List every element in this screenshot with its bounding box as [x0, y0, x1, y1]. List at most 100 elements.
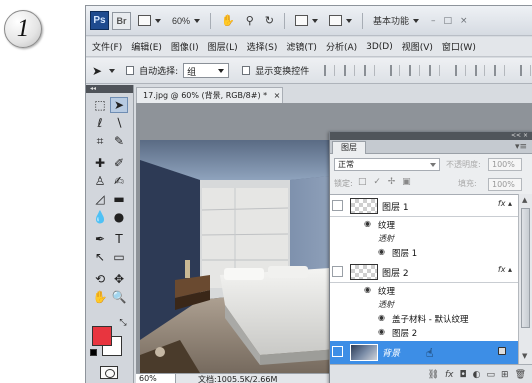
- effect-sub-row[interactable]: ◉ 图层 2: [330, 325, 518, 339]
- panel-menu-icon[interactable]: ▾≡: [515, 142, 527, 152]
- eraser-tool-icon[interactable]: ◿: [91, 191, 109, 207]
- eye-icon[interactable]: ◉: [378, 313, 385, 322]
- lock-icon[interactable]: [498, 347, 506, 355]
- align-left-icon[interactable]: [389, 65, 401, 76]
- layer-row[interactable]: 图层 2 fx ▴: [330, 261, 518, 283]
- auto-select-checkbox[interactable]: [126, 66, 135, 75]
- fx-icon[interactable]: fx: [445, 370, 454, 380]
- path-select-tool-icon[interactable]: ↖: [91, 249, 109, 265]
- distribute-middle-icon[interactable]: [474, 65, 486, 76]
- distribute-left-icon[interactable]: [520, 65, 532, 76]
- move-tool-preset-icon[interactable]: ➤: [92, 64, 102, 78]
- menu-file[interactable]: 文件(F): [92, 40, 122, 53]
- new-layer-icon[interactable]: ⊞: [501, 370, 509, 380]
- visibility-toggle[interactable]: [332, 200, 343, 211]
- default-colors-icon[interactable]: [90, 349, 97, 356]
- lock-options-icon[interactable]: □ ✓ ✢ ▣: [358, 177, 413, 187]
- swap-colors-icon[interactable]: ⤡: [114, 315, 132, 331]
- eye-icon[interactable]: ◉: [364, 285, 371, 294]
- zoom-tool-button[interactable]: ⚲: [242, 11, 258, 31]
- trash-icon[interactable]: 🗑: [515, 370, 526, 380]
- menu-window[interactable]: 窗口(W): [442, 40, 476, 53]
- align-center-icon[interactable]: [409, 65, 421, 76]
- quick-mask-icon[interactable]: [100, 366, 118, 379]
- zoom-tool-icon[interactable]: 🔍: [110, 289, 128, 305]
- menu-3d[interactable]: 3D(D): [366, 42, 393, 52]
- distribute-bottom-icon[interactable]: [494, 65, 506, 76]
- move-tool-icon[interactable]: ➤: [110, 97, 128, 113]
- menu-edit[interactable]: 编辑(E): [131, 40, 162, 53]
- blend-mode-dropdown[interactable]: 正常: [334, 158, 440, 171]
- document-tab-close-icon[interactable]: ×: [274, 91, 281, 100]
- menu-layer[interactable]: 图层(L): [208, 40, 238, 53]
- minimize-button[interactable]: –: [431, 16, 436, 26]
- align-bottom-icon[interactable]: [363, 65, 375, 76]
- screen-mode-button[interactable]: [325, 11, 356, 31]
- layer-row-background[interactable]: 背景 ☝: [330, 341, 518, 364]
- document-tab[interactable]: 17.jpg @ 60% (背景, RGB/8#) * ×: [136, 87, 283, 103]
- align-top-icon[interactable]: [324, 65, 336, 76]
- layers-scrollbar[interactable]: ▲ ▼: [518, 194, 532, 364]
- view-extras-button[interactable]: [134, 11, 165, 31]
- folder-icon[interactable]: ▭: [487, 370, 496, 380]
- adjustment-icon[interactable]: ◐: [473, 370, 481, 380]
- fill-field[interactable]: 100%: [488, 178, 522, 191]
- opacity-field[interactable]: 100%: [488, 158, 522, 171]
- mask-icon[interactable]: ◘: [460, 370, 467, 380]
- crop-tool-icon[interactable]: ⌗: [91, 133, 109, 149]
- distribute-top-icon[interactable]: [454, 65, 466, 76]
- menu-image[interactable]: 图像(I): [171, 40, 199, 53]
- document-info[interactable]: 文档:1005.5K/2.66M: [176, 374, 277, 383]
- scroll-down-icon[interactable]: ▼: [522, 352, 527, 360]
- brush-tool-icon[interactable]: ✐: [110, 155, 128, 171]
- arrange-documents-button[interactable]: [291, 11, 322, 31]
- history-brush-tool-icon[interactable]: ✍: [110, 173, 128, 189]
- align-middle-icon[interactable]: [344, 65, 355, 76]
- maximize-button[interactable]: □: [444, 16, 453, 26]
- pen-tool-icon[interactable]: ✒: [91, 231, 109, 247]
- layer-row[interactable]: 图层 1 fx ▴: [330, 195, 518, 217]
- gradient-tool-icon[interactable]: ▬: [110, 191, 128, 207]
- dodge-tool-icon[interactable]: ●: [110, 209, 128, 225]
- eye-icon[interactable]: ◉: [364, 219, 371, 228]
- quick-select-tool-icon[interactable]: ∖: [110, 115, 128, 131]
- effect-row[interactable]: ◉ 纹理: [330, 217, 518, 231]
- tools-collapse-button[interactable]: ◂◂: [86, 85, 133, 93]
- 3d-rotate-tool-icon[interactable]: ⟲: [91, 271, 109, 287]
- marquee-tool-icon[interactable]: ⬚: [91, 97, 109, 113]
- auto-select-dropdown[interactable]: 组: [183, 63, 230, 78]
- menu-view[interactable]: 视图(V): [402, 40, 433, 53]
- effect-row[interactable]: ◉ 纹理: [330, 283, 518, 297]
- 3d-orbit-tool-icon[interactable]: ✥: [110, 271, 128, 287]
- lasso-tool-icon[interactable]: ℓ: [91, 115, 109, 131]
- rotate-view-button[interactable]: ↻: [261, 11, 278, 31]
- visibility-toggle[interactable]: [332, 266, 343, 277]
- zoom-field[interactable]: 60%: [136, 374, 176, 383]
- link-icon[interactable]: ⛓: [428, 370, 439, 380]
- menu-analysis[interactable]: 分析(A): [326, 40, 357, 53]
- eye-icon[interactable]: [332, 346, 343, 357]
- foreground-color-swatch[interactable]: [92, 326, 112, 346]
- menu-select[interactable]: 选择(S): [247, 40, 278, 53]
- menu-filter[interactable]: 滤镜(T): [286, 40, 317, 53]
- tab-layers[interactable]: 图层: [332, 141, 366, 154]
- close-button[interactable]: ×: [460, 16, 468, 26]
- shape-tool-icon[interactable]: ▭: [110, 249, 128, 265]
- panel-collapse-bar[interactable]: << ×: [330, 132, 532, 140]
- show-transform-checkbox[interactable]: [242, 66, 251, 75]
- fx-icon[interactable]: fx ▴: [498, 199, 512, 208]
- clone-stamp-tool-icon[interactable]: ♙: [91, 173, 109, 189]
- hand-tool-button[interactable]: ✋: [217, 11, 239, 31]
- hand-tool-icon[interactable]: ✋: [91, 289, 109, 305]
- effect-sub-row[interactable]: ◉ 图层 1: [330, 245, 518, 259]
- fx-icon[interactable]: fx ▴: [498, 265, 512, 274]
- blur-tool-icon[interactable]: 💧: [91, 209, 109, 225]
- scroll-up-icon[interactable]: ▲: [522, 196, 527, 204]
- type-tool-icon[interactable]: T: [110, 231, 128, 247]
- eye-icon[interactable]: ◉: [378, 247, 385, 256]
- zoom-level-dropdown[interactable]: 60%: [168, 11, 204, 31]
- eyedropper-tool-icon[interactable]: ✎: [110, 133, 128, 149]
- align-right-icon[interactable]: [429, 65, 440, 76]
- workspace-switcher[interactable]: 基本功能: [369, 11, 423, 31]
- eye-icon[interactable]: ◉: [378, 327, 385, 336]
